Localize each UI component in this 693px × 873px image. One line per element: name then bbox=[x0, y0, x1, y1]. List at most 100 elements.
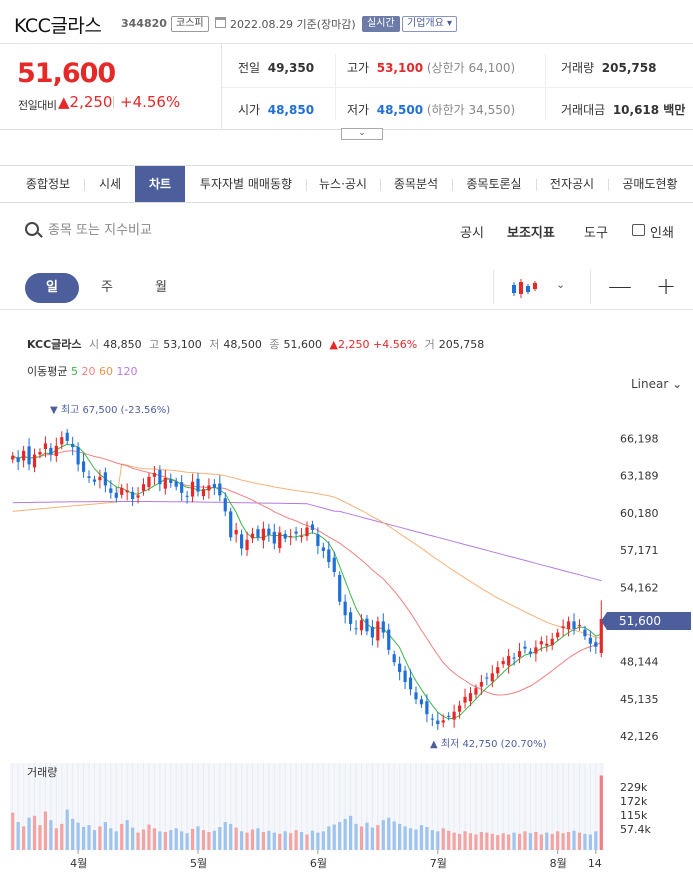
candle-body bbox=[577, 625, 582, 627]
volume-bar bbox=[387, 817, 391, 850]
candle-body bbox=[463, 696, 467, 703]
scale-mode-dropdown[interactable]: Linear ⌄ bbox=[631, 377, 682, 391]
volume-bar bbox=[588, 834, 592, 850]
candle-chart-icon[interactable] bbox=[510, 276, 540, 300]
search-icon bbox=[25, 222, 39, 236]
candle-body bbox=[332, 557, 336, 572]
compare-search-input[interactable] bbox=[48, 220, 248, 240]
tab-quotes[interactable]: 시세 bbox=[86, 166, 134, 202]
volume-bar bbox=[250, 829, 255, 850]
x-tick-label: 6월 bbox=[310, 857, 327, 870]
candle-body bbox=[348, 612, 353, 624]
candle-body bbox=[545, 643, 549, 646]
volume-bar bbox=[245, 832, 249, 850]
candle-body bbox=[365, 618, 369, 632]
candle-body bbox=[414, 692, 418, 700]
company-overview-button[interactable]: 기업개요 ▾ bbox=[402, 16, 457, 32]
candle-body bbox=[392, 654, 396, 663]
volume-bar bbox=[441, 828, 445, 850]
volume-bar bbox=[38, 825, 42, 850]
candle-body bbox=[212, 483, 216, 488]
zoom-in-button[interactable]: + bbox=[646, 270, 686, 304]
candle-body bbox=[408, 677, 413, 690]
chevron-down-icon[interactable]: ⌄ bbox=[556, 278, 565, 291]
volume-bar bbox=[457, 833, 462, 850]
change-value: ▲2,250 bbox=[58, 93, 113, 111]
tab-overview[interactable]: 종합정보 bbox=[14, 166, 82, 202]
tab-news[interactable]: 뉴스·공시 bbox=[308, 166, 378, 202]
candle-body bbox=[141, 484, 146, 491]
print-button[interactable]: 인쇄 bbox=[650, 222, 674, 241]
volume-bar bbox=[348, 815, 353, 850]
volume-bar bbox=[501, 833, 505, 850]
stock-header: KCC글라스 344820 코스피 2022.08.29 기준(장마감) 실시간… bbox=[0, 0, 693, 44]
volume-bar bbox=[190, 828, 195, 850]
volume-bar bbox=[71, 818, 75, 850]
candle-body bbox=[49, 447, 53, 455]
candle-body bbox=[457, 705, 462, 712]
tab-analysis[interactable]: 종목분석 bbox=[382, 166, 450, 202]
current-price-box: 51,600 전일대비 ▲2,250 +4.56% bbox=[0, 44, 222, 130]
volume-bar bbox=[370, 827, 374, 850]
ohlc-info: KCC글라스 시 48,850 고 53,100 저 48,500 종 51,600 ▲… bbox=[27, 338, 485, 351]
candle-body bbox=[152, 473, 157, 477]
tab-short-selling[interactable]: 공매도현황 bbox=[610, 166, 690, 202]
candle-body bbox=[32, 454, 37, 468]
tab-chart[interactable]: 차트 bbox=[135, 166, 185, 202]
period-day-button[interactable]: 일 bbox=[25, 273, 79, 303]
volume-bar bbox=[267, 830, 271, 850]
candle-body bbox=[223, 498, 227, 512]
volume-bar bbox=[556, 831, 560, 850]
y-tick-label: 45,135 bbox=[620, 693, 659, 706]
zoom-out-button[interactable]: — bbox=[600, 270, 640, 304]
volume-bar bbox=[218, 827, 222, 850]
volume-bar bbox=[490, 833, 494, 850]
tab-discussion[interactable]: 종목토론실 bbox=[454, 166, 534, 202]
candle-body bbox=[114, 492, 118, 498]
stock-code: 344820 bbox=[121, 17, 167, 30]
y-tick-label: 57,171 bbox=[620, 544, 659, 557]
candle-body bbox=[387, 629, 391, 650]
indicator-button[interactable]: 보조지표 bbox=[507, 222, 555, 241]
realtime-badge[interactable]: 실시간 bbox=[362, 16, 400, 32]
volume-bar bbox=[365, 822, 369, 850]
candle-body bbox=[76, 447, 80, 465]
tab-investor-trend[interactable]: 투자자별 매매동향 bbox=[188, 166, 304, 202]
price-chart[interactable]: 66,198 63,189 60,180 57,171 54,162 48,144 45,1… bbox=[0, 395, 693, 873]
volume-bar bbox=[98, 826, 102, 850]
period-week-button[interactable]: 주 bbox=[80, 273, 134, 303]
period-month-button[interactable]: 월 bbox=[134, 273, 188, 303]
volume-tick-label: 229k bbox=[620, 781, 648, 794]
chart-toolbar: 공시 보조지표 도구 인쇄 bbox=[0, 212, 693, 252]
tools-button[interactable]: 도구 bbox=[584, 222, 608, 241]
volume-bar bbox=[523, 831, 527, 850]
volume-bar bbox=[283, 831, 287, 850]
price-summary: 51,600 전일대비 ▲2,250 +4.56% 전일 49,350 고가 5… bbox=[0, 44, 693, 130]
candle-body bbox=[566, 621, 571, 630]
expand-toggle-button[interactable]: ⌄ bbox=[341, 128, 383, 140]
tab-disclosure[interactable]: 전자공시 bbox=[538, 166, 606, 202]
candle-body bbox=[479, 682, 483, 687]
candle-body bbox=[38, 452, 42, 455]
print-icon bbox=[632, 224, 645, 236]
candle-body bbox=[528, 651, 533, 654]
candle-body bbox=[256, 529, 260, 538]
volume-bar bbox=[234, 827, 238, 850]
y-tick-label: 63,189 bbox=[620, 470, 659, 483]
current-price: 51,600 bbox=[17, 58, 116, 89]
volume-bar bbox=[430, 830, 434, 850]
open-price: 시가 48,850 bbox=[238, 103, 315, 117]
candle-body bbox=[338, 574, 342, 602]
candle-body bbox=[501, 660, 505, 665]
candle-body bbox=[305, 527, 309, 537]
candle-body bbox=[272, 531, 276, 544]
volume-bar bbox=[381, 820, 385, 850]
volume-tick-label: 57.4k bbox=[620, 823, 651, 836]
volume-bar bbox=[136, 832, 140, 850]
volume-bar bbox=[534, 831, 538, 850]
volume-bar bbox=[87, 825, 91, 850]
candle-body bbox=[419, 699, 424, 705]
disclosure-button[interactable]: 공시 bbox=[460, 222, 484, 241]
y-tick-label: 42,126 bbox=[620, 730, 659, 743]
candle-body bbox=[583, 629, 587, 637]
